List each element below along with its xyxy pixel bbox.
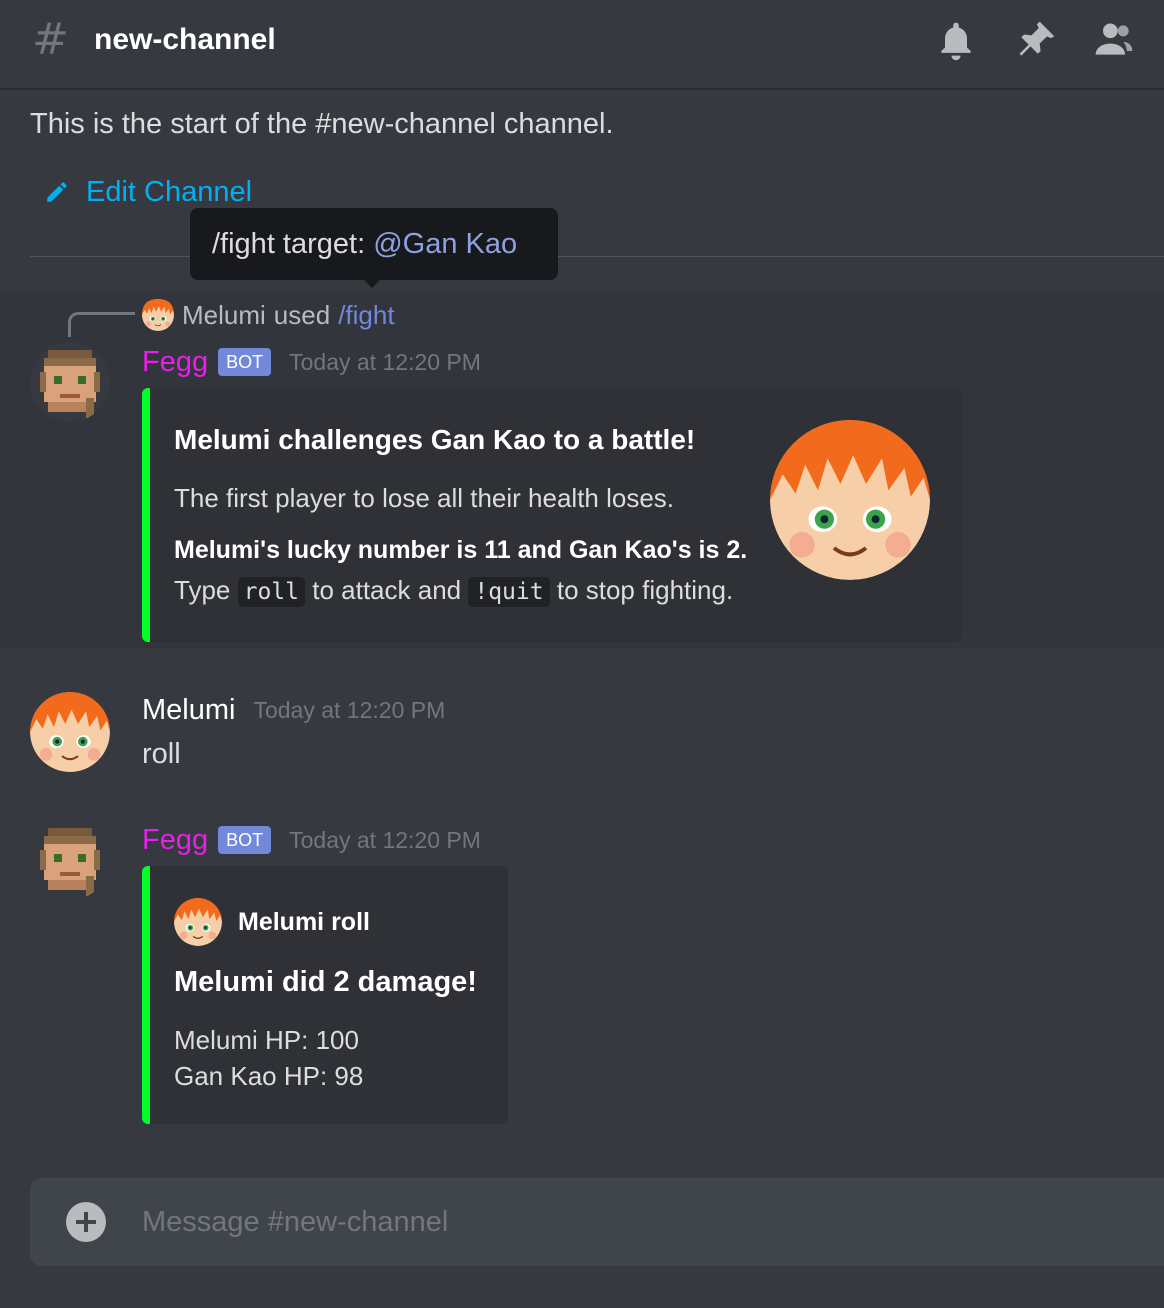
message-header: Melumi Today at 12:20 PM [142, 690, 445, 730]
bell-icon[interactable] [934, 18, 978, 62]
plus-circle-icon [66, 1202, 106, 1242]
embed-title: Melumi did 2 damage! [174, 966, 477, 998]
quit-code: !quit [468, 577, 550, 607]
tooltip-prefix: /fight target: [212, 228, 374, 260]
embed-accent-bar [142, 388, 150, 642]
channel-title: new-channel [94, 23, 276, 56]
bot-badge: BOT [218, 826, 272, 854]
message-header: Fegg BOT Today at 12:20 PM [142, 342, 481, 382]
roll-code: roll [237, 577, 305, 607]
type-word: Type [174, 575, 231, 605]
message-header: Fegg BOT Today at 12:20 PM [142, 820, 481, 860]
message-input[interactable]: Message #new-channel [142, 1202, 448, 1242]
reply-connector [68, 312, 135, 337]
end-text: to stop fighting. [556, 575, 734, 605]
command-tooltip: /fight target: @Gan Kao [190, 208, 558, 280]
message-composer: Message #new-channel [30, 1178, 1164, 1266]
reply-reference[interactable]: Melumi used /fight [142, 298, 395, 332]
embed-hp-line-1: Melumi HP: 100 [174, 1025, 359, 1055]
pencil-icon [47, 182, 67, 202]
author-name[interactable]: Melumi [142, 690, 235, 730]
add-attachment-button[interactable] [66, 1202, 106, 1242]
embed-hp-line-2: Gan Kao HP: 98 [174, 1061, 364, 1091]
reply-username[interactable]: Melumi [182, 300, 266, 331]
tooltip-mention: @Gan Kao [373, 228, 518, 260]
mid-text: to attack and [312, 575, 462, 605]
author-name[interactable]: Fegg [142, 342, 208, 382]
embed: Melumi roll Melumi did 2 damage! Melumi … [142, 866, 508, 1124]
avatar[interactable] [30, 342, 110, 422]
edit-channel-label: Edit Channel [86, 175, 253, 208]
author-name[interactable]: Fegg [142, 820, 208, 860]
channel-hash-icon: # [32, 14, 69, 65]
timestamp[interactable]: Today at 12:20 PM [289, 820, 481, 860]
bot-badge: BOT [218, 348, 272, 376]
embed-thumbnail[interactable] [770, 420, 930, 580]
edit-channel-link[interactable]: Edit Channel [44, 172, 252, 212]
timestamp[interactable]: Today at 12:20 PM [289, 342, 481, 382]
embed-accent-bar [142, 866, 150, 1124]
timestamp[interactable]: Today at 12:20 PM [253, 690, 445, 730]
embed-lucky-line: Melumi's lucky number is 11 and Gan Kao'… [174, 536, 748, 564]
members-icon[interactable] [1092, 18, 1136, 62]
reply-used-text: used [273, 299, 331, 330]
embed: Melumi challenges Gan Kao to a battle! T… [142, 388, 962, 642]
message-content: roll [142, 738, 181, 770]
channel-header: # new-channel [0, 0, 1164, 90]
embed-description: The first player to lose all their healt… [174, 483, 675, 513]
reply-command[interactable]: /fight [338, 300, 394, 331]
reply-avatar [142, 299, 174, 331]
channel-start-text: This is the start of the #new-channel ch… [30, 108, 614, 140]
embed-title: Melumi challenges Gan Kao to a battle! [174, 424, 696, 455]
embed-author-icon [174, 898, 222, 946]
avatar[interactable] [30, 820, 110, 900]
tooltip-caret [362, 278, 382, 288]
avatar[interactable] [30, 692, 110, 772]
embed-author-name: Melumi roll [238, 908, 370, 936]
pin-icon[interactable] [1014, 18, 1058, 62]
embed-instructions: Type roll to attack and !quit to stop fi… [174, 572, 733, 610]
